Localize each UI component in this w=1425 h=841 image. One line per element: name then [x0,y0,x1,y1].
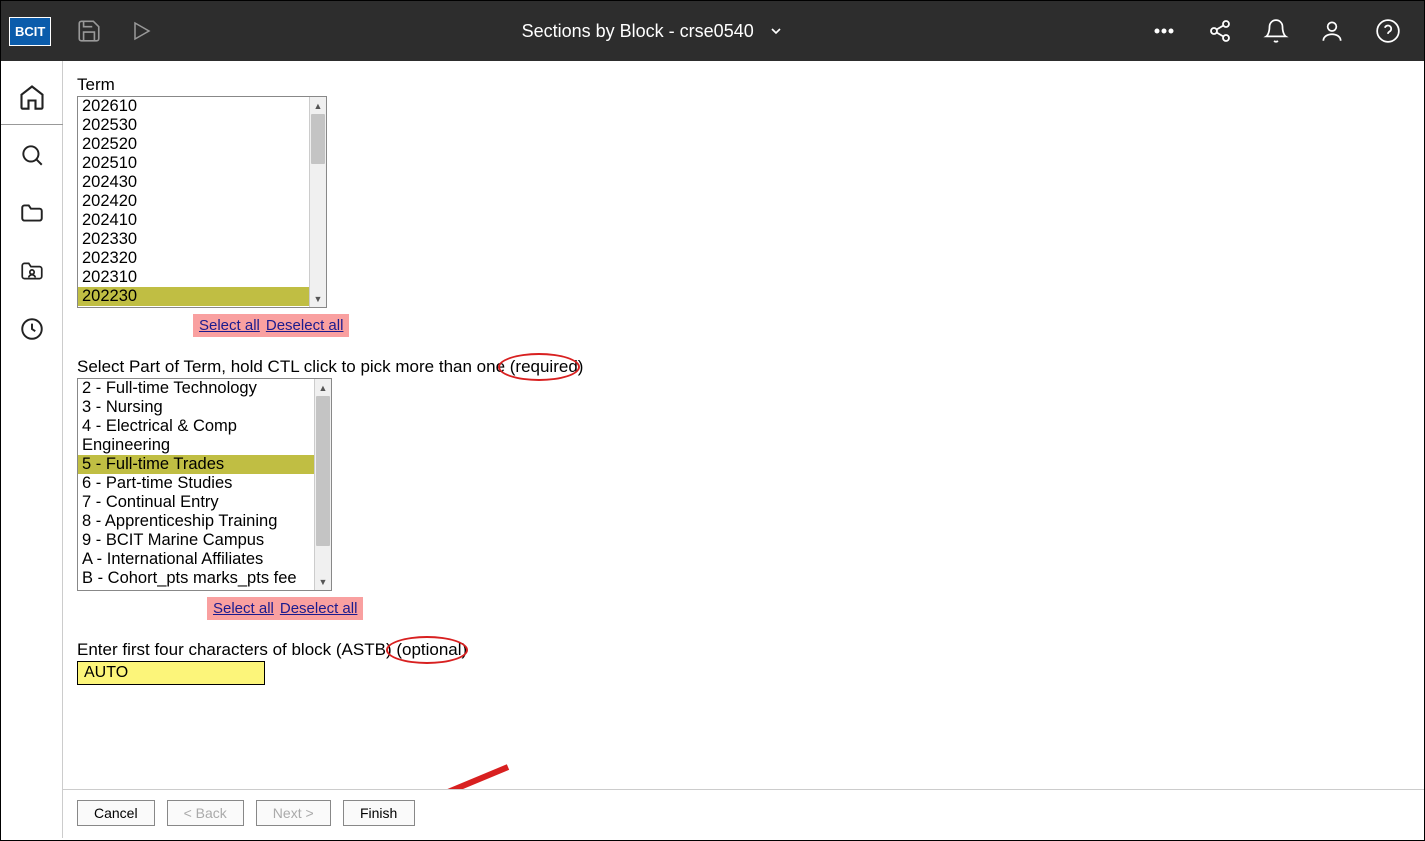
scroll-up-icon[interactable]: ▲ [310,97,326,114]
term-option[interactable]: 202610 [78,97,309,116]
pot-option[interactable]: A - International Affiliates [78,550,314,569]
pot-select-all-link[interactable]: Select all [213,600,274,617]
block-label: Enter first four characters of block (AS… [77,640,1410,660]
sidebar-folder[interactable] [1,185,63,241]
block-input[interactable] [77,661,265,685]
sidebar-home[interactable] [1,69,63,125]
term-listbox[interactable]: 2026102025302025202025102024302024202024… [77,96,327,308]
pot-option[interactable]: 7 - Continual Entry [78,493,314,512]
help-icon[interactable] [1374,17,1402,45]
finish-button[interactable]: Finish [343,800,415,826]
scroll-down-icon[interactable]: ▼ [310,290,326,307]
topbar-left: BCIT [9,17,155,46]
bell-icon[interactable] [1262,17,1290,45]
share-icon[interactable] [1206,17,1234,45]
pot-scrollbar[interactable]: ▲ ▼ [314,379,331,590]
term-option[interactable]: 202230 [78,287,309,306]
pot-listbox[interactable]: 2 - Full-time Technology3 - Nursing4 - E… [77,378,332,591]
pot-option[interactable]: 2 - Full-time Technology [78,379,314,398]
pot-option[interactable]: 9 - BCIT Marine Campus [78,531,314,550]
pot-option[interactable]: 4 - Electrical & Comp Engineering [78,417,314,455]
term-option[interactable]: 202320 [78,249,309,268]
term-select-all-link[interactable]: Select all [199,317,260,334]
pot-option[interactable]: 3 - Nursing [78,398,314,417]
term-option[interactable]: 202410 [78,211,309,230]
sidebar [1,61,63,838]
save-icon[interactable] [75,17,103,45]
cancel-button[interactable]: Cancel [77,800,155,826]
scroll-down-icon[interactable]: ▼ [315,573,331,590]
play-icon[interactable] [127,17,155,45]
pot-option[interactable]: 5 - Full-time Trades [78,455,314,474]
term-deselect-all-link[interactable]: Deselect all [266,317,344,334]
sidebar-search[interactable] [1,127,63,183]
term-option[interactable]: 202330 [78,230,309,249]
pot-option[interactable]: 6 - Part-time Studies [78,474,314,493]
next-button: Next > [256,800,331,826]
topbar: BCIT Sections by Block - crse0540 [1,1,1424,61]
user-icon[interactable] [1318,17,1346,45]
term-option[interactable]: 202430 [78,173,309,192]
back-button: < Back [167,800,244,826]
topbar-right [1150,17,1416,45]
chevron-down-icon [768,23,784,39]
term-label: Term [77,75,1410,95]
logo: BCIT [9,17,51,46]
term-option[interactable]: 202420 [78,192,309,211]
footer: Cancel < Back Next > Finish [63,789,1424,840]
term-select-links: Select all Deselect all [193,314,349,337]
scroll-up-icon[interactable]: ▲ [315,379,331,396]
term-option[interactable]: 202310 [78,268,309,287]
page-title: Sections by Block - crse0540 [522,21,754,42]
term-scrollbar[interactable]: ▲ ▼ [309,97,326,307]
sidebar-user-folder[interactable] [1,243,63,299]
sidebar-recent[interactable] [1,301,63,357]
pot-label: Select Part of Term, hold CTL click to p… [77,357,1410,377]
more-icon[interactable] [1150,17,1178,45]
main-content: Term 20261020253020252020251020243020242… [63,61,1424,840]
pot-deselect-all-link[interactable]: Deselect all [280,600,358,617]
term-option[interactable]: 202520 [78,135,309,154]
page-title-wrap[interactable]: Sections by Block - crse0540 [155,21,1150,42]
term-option[interactable]: 202510 [78,154,309,173]
term-option[interactable]: 202530 [78,116,309,135]
pot-option[interactable]: B - Cohort_pts marks_pts fee rules [78,569,314,590]
pot-select-links: Select all Deselect all [207,597,363,620]
pot-option[interactable]: 8 - Apprenticeship Training [78,512,314,531]
